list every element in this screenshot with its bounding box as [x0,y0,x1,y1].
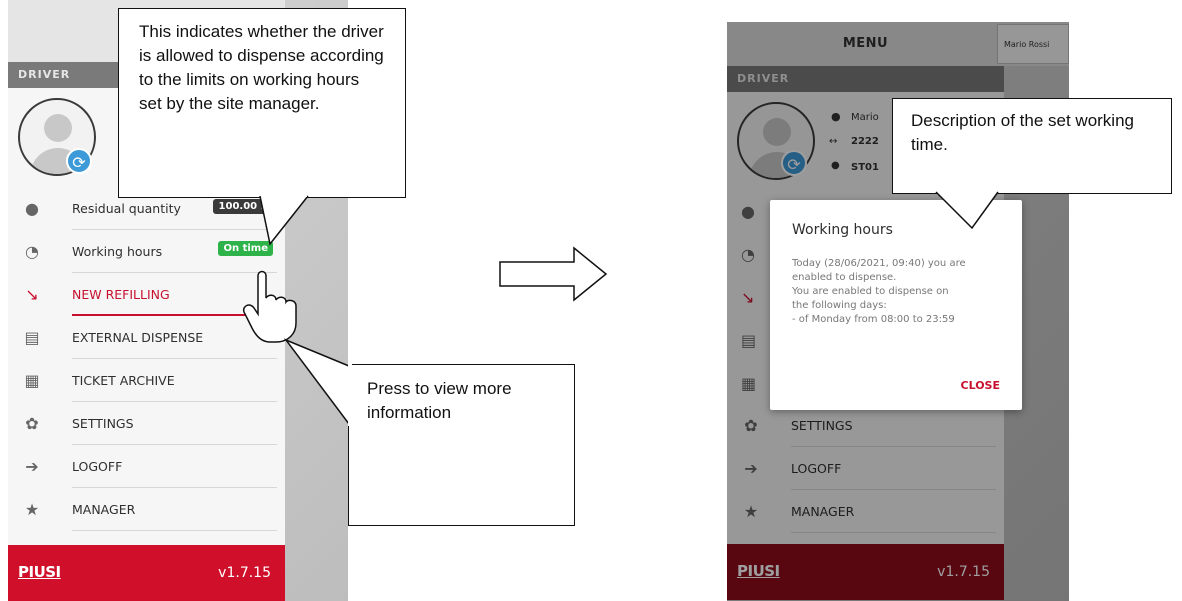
hand-pointer-icon [242,270,297,343]
version-label: v1.7.15 [218,565,271,581]
menu-item-label: NEW REFILLING [72,287,170,302]
dialog-body: Today (28/06/2021, 09:40) you are enable… [792,257,1012,327]
callout-text: Description of the set working time. [911,111,1134,154]
fuel-pump-icon: ▤ [24,328,40,347]
callout-pointer [283,338,352,426]
menu-item-manager[interactable]: ★ MANAGER [8,488,285,531]
drop-icon: ● [25,199,39,218]
star-icon: ★ [24,500,40,519]
menu-item-ticket-archive[interactable]: ▦ TICKET ARCHIVE [8,359,285,402]
close-button[interactable]: CLOSE [961,379,1000,392]
clock-icon: ◔ [25,242,39,261]
menu-item-label: MANAGER [72,502,136,517]
callout-press-more: Press to view more information [348,364,575,526]
logout-icon: ➔ [25,457,39,476]
brand-logo: PIUSI [18,563,61,581]
dialog-line: the following days: [792,300,887,311]
working-hours-label: Working hours [72,244,163,259]
dialog-line: enabled to dispense. [792,272,897,283]
residual-quantity-label: Residual quantity [72,201,181,216]
dialog-line: You are enabled to dispense on [792,286,949,297]
gear-icon: ✿ [25,414,39,433]
callout-driver-allowed: This indicates whether the driver is all… [118,8,406,198]
dialog-line: Today (28/06/2021, 09:40) you are [792,258,966,269]
menu-item-label: SETTINGS [72,416,134,431]
callout-description: Description of the set working time. [892,98,1172,194]
avatar-head [44,114,72,142]
working-hours-row[interactable]: ◔ Working hours On time [8,230,285,273]
sync-icon[interactable]: ⟳ [66,148,92,174]
footer-bar: PIUSI v1.7.15 [8,545,285,601]
dialog-line: - of Monday from 08:00 to 23:59 [792,314,955,325]
fuel-nozzle-icon: ↘ [25,285,39,304]
separator [72,530,277,531]
dialog-title: Working hours [792,222,893,238]
callout-text: This indicates whether the driver is all… [139,22,384,113]
menu-item-label: EXTERNAL DISPENSE [72,330,204,345]
callout-pointer [935,190,999,230]
menu-item-logoff[interactable]: ➔ LOGOFF [8,445,285,488]
transition-arrow-icon [499,246,608,302]
callout-pointer [259,194,309,246]
menu-item-label: LOGOFF [72,459,123,474]
menu-item-settings[interactable]: ✿ SETTINGS [8,402,285,445]
callout-text: Press to view more information [367,379,512,422]
menu-item-label: TICKET ARCHIVE [72,373,175,388]
receipt-icon: ▦ [24,371,40,390]
